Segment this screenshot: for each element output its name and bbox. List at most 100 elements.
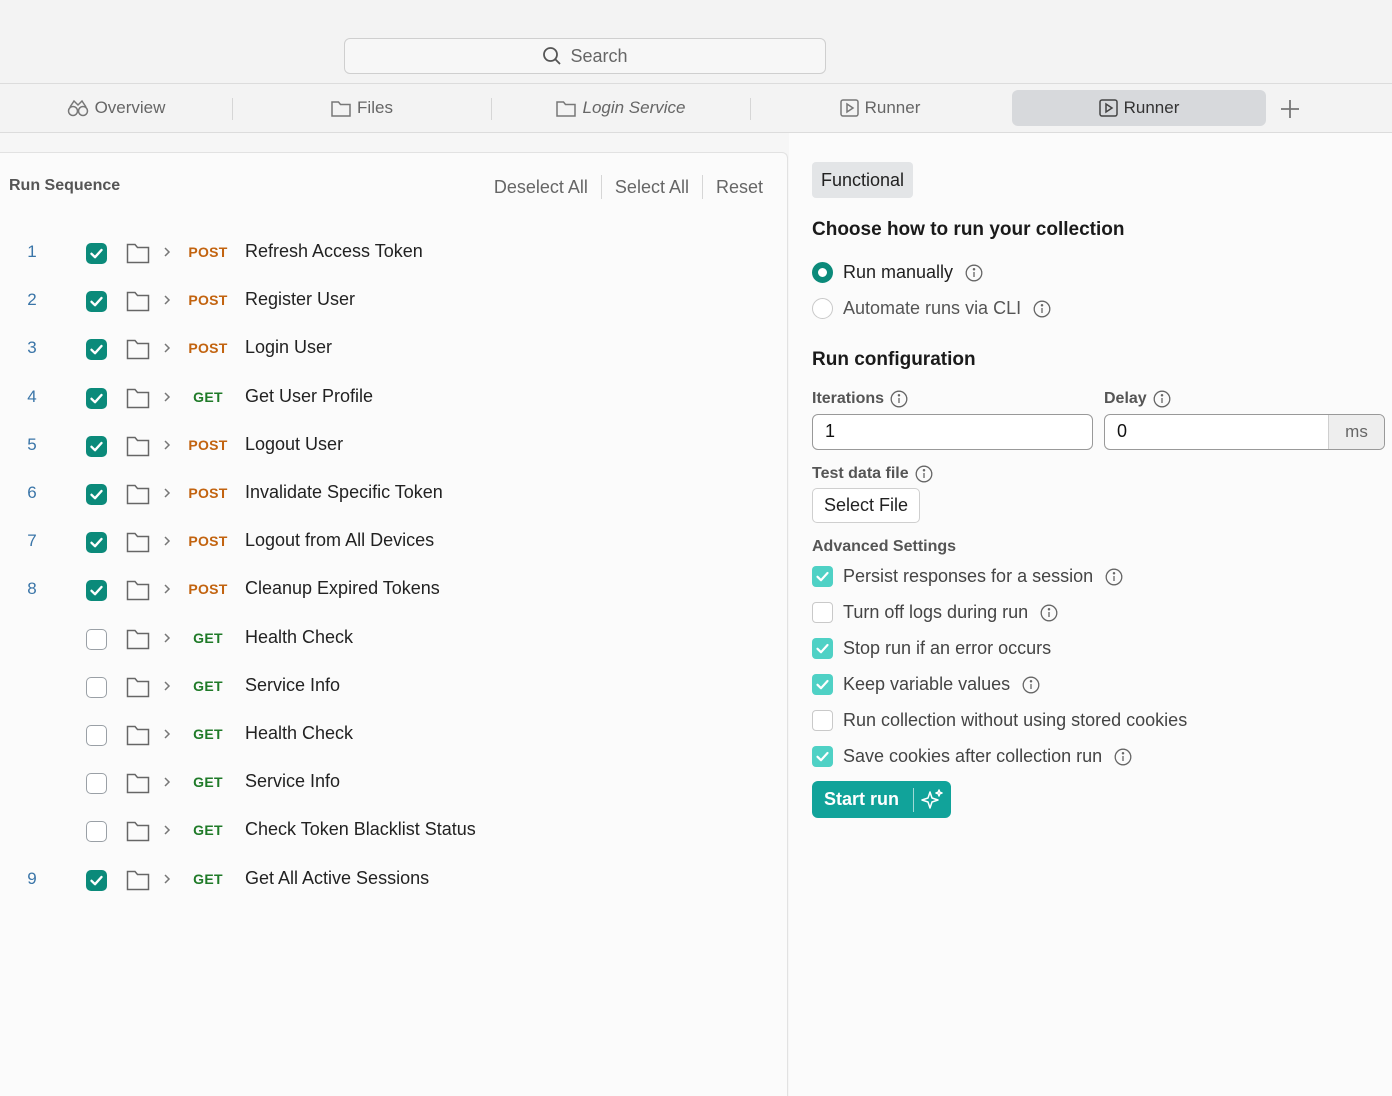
run-config-panel: Functional Choose how to run your collec… <box>789 133 1392 1096</box>
option-checkbox[interactable] <box>812 566 833 587</box>
chevron-right-icon[interactable] <box>160 679 174 693</box>
request-row[interactable]: 3 POST Login User <box>0 325 788 373</box>
tab-files[interactable]: Files <box>233 90 491 126</box>
request-row[interactable]: 8 POST Cleanup Expired Tokens <box>0 566 788 614</box>
functional-badge[interactable]: Functional <box>812 162 914 198</box>
chevron-right-icon[interactable] <box>160 631 174 645</box>
search-input[interactable]: Search <box>344 38 826 74</box>
chevron-right-icon[interactable] <box>160 872 174 886</box>
advanced-option[interactable]: Stop run if an error occurs <box>812 638 1051 659</box>
chevron-right-icon[interactable] <box>160 245 174 259</box>
radio-automate-cli[interactable]: Automate runs via CLI <box>812 298 1051 319</box>
method-badge: POST <box>188 533 228 550</box>
option-label: Run collection without using stored cook… <box>843 710 1188 730</box>
advanced-option[interactable]: Keep variable values <box>812 674 1040 695</box>
chevron-right-icon[interactable] <box>160 775 174 789</box>
folder-icon <box>556 100 577 117</box>
request-row[interactable]: 6 POST Invalidate Specific Token <box>0 470 788 518</box>
info-icon <box>1105 568 1123 585</box>
iterations-input[interactable]: 1 <box>812 414 1093 450</box>
row-checkbox[interactable] <box>86 435 107 457</box>
chevron-right-icon[interactable] <box>160 582 174 596</box>
row-number: 7 <box>27 531 37 551</box>
chevron-right-icon[interactable] <box>160 438 174 452</box>
option-label: Keep variable values <box>843 674 1011 694</box>
method-badge: GET <box>193 677 223 694</box>
test-data-label-text: Test data file <box>812 465 909 482</box>
option-checkbox[interactable] <box>812 638 833 659</box>
row-checkbox[interactable] <box>86 628 107 650</box>
row-checkbox[interactable] <box>86 387 107 409</box>
request-row[interactable]: GET Check Token Blacklist Status <box>0 807 788 855</box>
chevron-right-icon[interactable] <box>160 486 174 500</box>
row-checkbox[interactable] <box>86 291 107 313</box>
folder-icon <box>126 291 150 312</box>
request-row[interactable]: 4 GET Get User Profile <box>0 374 788 422</box>
request-row[interactable]: GET Service Info <box>0 663 788 711</box>
row-number: 1 <box>27 242 37 261</box>
folder-icon <box>126 532 150 553</box>
request-row[interactable]: GET Health Check <box>0 615 788 663</box>
advanced-option[interactable]: Persist responses for a session <box>812 566 1123 587</box>
run-sequence-title: Run Sequence <box>9 177 121 194</box>
tab-login-service[interactable]: Login Service <box>492 90 750 126</box>
row-checkbox[interactable] <box>86 725 107 746</box>
request-row[interactable]: 7 POST Logout from All Devices <box>0 518 788 566</box>
folder-icon <box>126 436 150 457</box>
chevron-right-icon[interactable] <box>160 390 174 404</box>
option-checkbox[interactable] <box>812 674 833 695</box>
row-checkbox[interactable] <box>86 869 107 891</box>
method-badge: POST <box>188 485 228 501</box>
request-row[interactable]: GET Service Info <box>0 759 788 807</box>
deselect-all-button[interactable]: Deselect All <box>494 177 588 198</box>
select-all-button[interactable]: Select All <box>615 177 689 198</box>
method-badge: POST <box>188 581 228 598</box>
row-checkbox[interactable] <box>86 532 107 554</box>
option-checkbox[interactable] <box>812 710 833 731</box>
chevron-right-icon[interactable] <box>160 823 174 837</box>
advanced-option[interactable]: Save cookies after collection run <box>812 746 1132 767</box>
tab-label: Login Service <box>582 98 686 117</box>
row-checkbox[interactable] <box>86 773 107 795</box>
advanced-option[interactable]: Turn off logs during run <box>812 602 1058 623</box>
delay-unit: ms <box>1328 415 1384 449</box>
option-label: Turn off logs during run <box>843 602 1029 622</box>
chevron-right-icon[interactable] <box>160 341 174 355</box>
row-checkbox[interactable] <box>86 821 107 843</box>
row-checkbox[interactable] <box>86 676 107 698</box>
tab-runner-active[interactable]: Runner <box>1012 90 1266 126</box>
method-badge: GET <box>193 629 223 646</box>
row-checkbox[interactable] <box>86 580 107 602</box>
select-file-button[interactable]: Select File <box>812 488 921 523</box>
tab-overview[interactable]: Overview <box>0 90 232 126</box>
sparkle-icon[interactable] <box>914 781 950 818</box>
row-checkbox[interactable] <box>86 243 107 264</box>
request-row[interactable]: 9 GET Get All Active Sessions <box>0 856 788 904</box>
tab-runner[interactable]: Runner <box>751 90 1009 126</box>
row-checkbox[interactable] <box>86 484 107 505</box>
checkmark-icon <box>90 489 103 500</box>
plus-icon[interactable] <box>1278 97 1302 121</box>
overview-icon <box>67 99 88 117</box>
reset-button[interactable]: Reset <box>716 177 763 198</box>
chevron-right-icon[interactable] <box>160 727 174 741</box>
chevron-right-icon[interactable] <box>160 293 174 307</box>
option-checkbox[interactable] <box>812 746 833 767</box>
option-checkbox[interactable] <box>812 602 833 623</box>
chevron-right-icon[interactable] <box>160 534 174 548</box>
start-run-button[interactable]: Start run <box>812 781 951 818</box>
info-icon <box>965 264 983 281</box>
radio-button[interactable] <box>812 298 833 319</box>
request-row[interactable]: 1 POST Refresh Access Token <box>0 229 788 277</box>
row-checkbox[interactable] <box>86 339 107 361</box>
radio-run-manually[interactable]: Run manually <box>812 262 983 283</box>
row-number: 2 <box>27 290 37 310</box>
request-row[interactable]: GET Health Check <box>0 711 788 759</box>
row-number: 9 <box>27 868 37 888</box>
request-row[interactable]: 5 POST Logout User <box>0 422 788 470</box>
method-badge: POST <box>188 292 228 309</box>
advanced-option[interactable]: Run collection without using stored cook… <box>812 710 1187 731</box>
radio-button[interactable] <box>812 262 833 283</box>
request-row[interactable]: 2 POST Register User <box>0 277 788 325</box>
delay-input[interactable]: 0 ms <box>1104 414 1385 450</box>
